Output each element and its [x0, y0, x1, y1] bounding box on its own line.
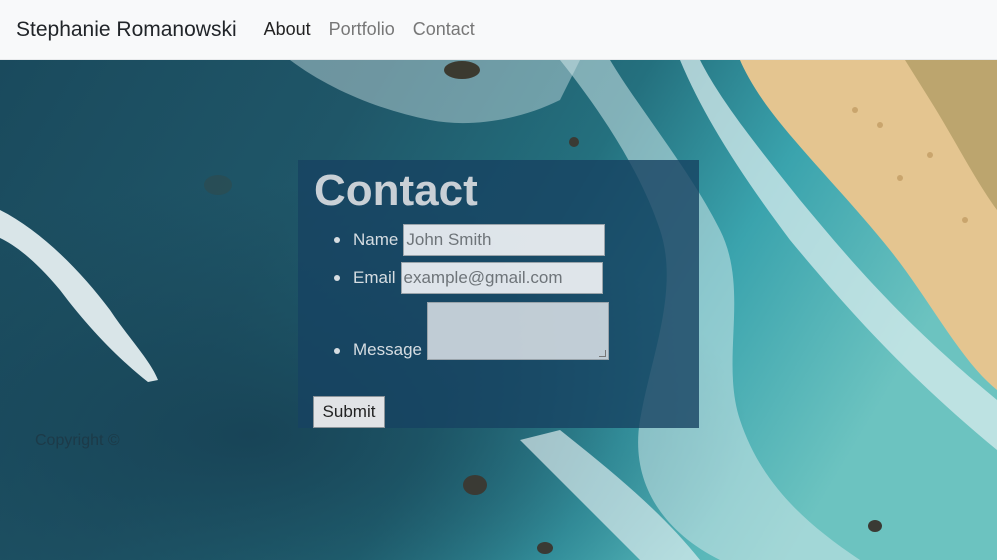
copyright-text: Copyright ©	[35, 432, 120, 449]
form-item-name: Name John Smith	[334, 224, 606, 256]
bullet-icon	[334, 348, 340, 354]
resize-grip-icon[interactable]	[598, 350, 606, 357]
message-label: Message	[353, 340, 422, 359]
message-textarea[interactable]	[426, 302, 609, 360]
nav-link-portfolio[interactable]: Portfolio	[329, 19, 395, 40]
navbar-brand[interactable]: Stephanie Romanowski	[16, 18, 237, 42]
submit-button[interactable]: Submit	[313, 396, 385, 428]
form-item-email: Email example@gmail.com	[334, 262, 603, 294]
bullet-icon	[334, 237, 340, 243]
navbar: Stephanie Romanowski About Portfolio Con…	[0, 0, 997, 60]
form-item-message: Message	[334, 302, 609, 360]
contact-title: Contact	[314, 166, 478, 215]
contact-panel: Contact Name John Smith Email example@gm…	[298, 160, 699, 428]
name-input[interactable]: John Smith	[403, 224, 606, 256]
bullet-icon	[334, 275, 340, 281]
nav-link-about[interactable]: About	[264, 19, 311, 40]
nav-link-contact[interactable]: Contact	[413, 19, 475, 40]
name-label: Name	[353, 230, 399, 249]
email-input[interactable]: example@gmail.com	[400, 262, 603, 294]
email-label: Email	[353, 268, 396, 287]
